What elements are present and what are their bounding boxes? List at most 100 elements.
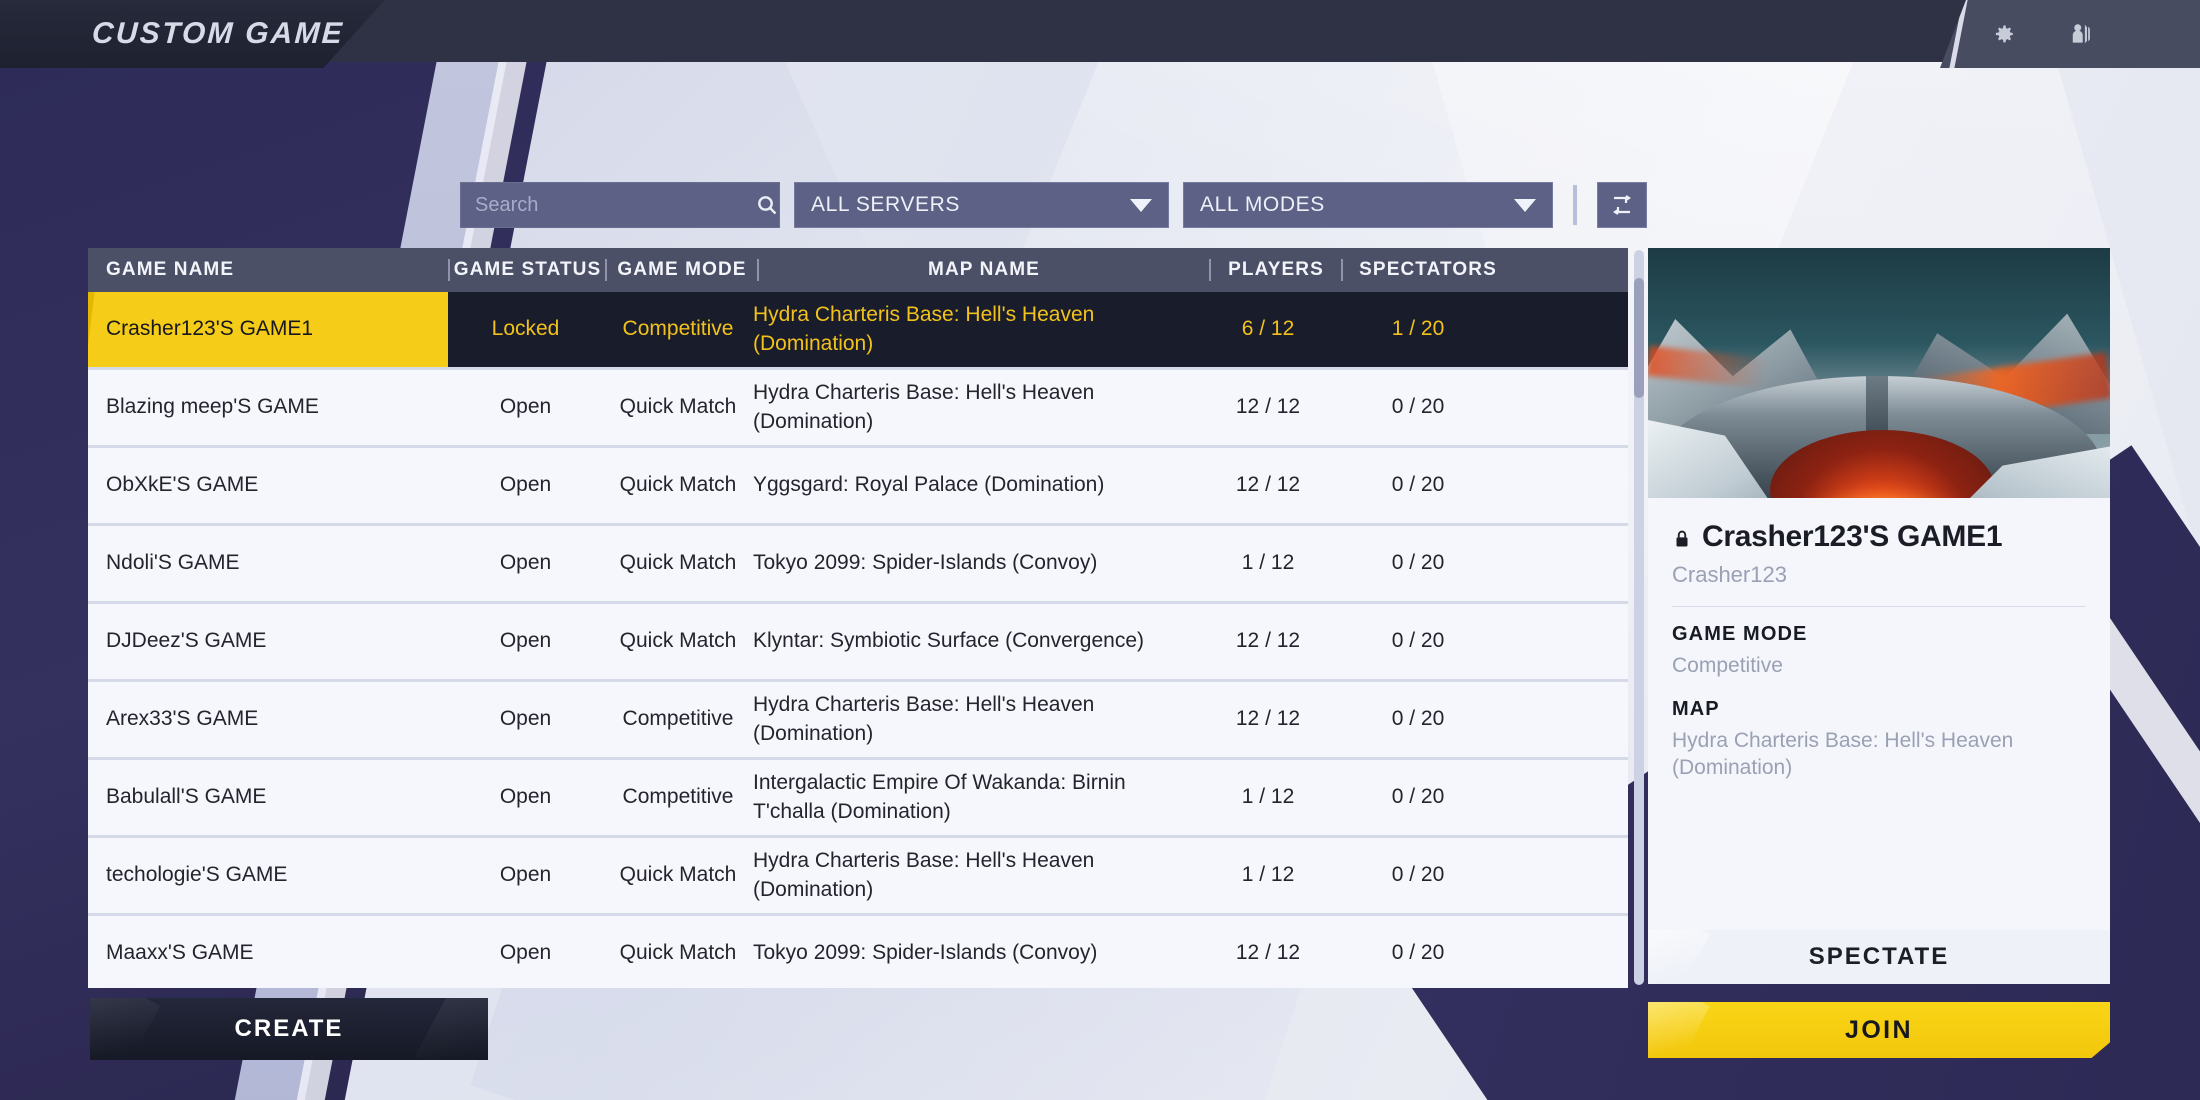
detail-value-game-mode: Competitive <box>1672 654 1783 677</box>
refresh-button[interactable] <box>1597 182 1647 228</box>
create-button[interactable]: CREATE <box>90 998 488 1060</box>
cell-spectators: 0 / 20 <box>1391 395 1445 419</box>
filter-bar: ALL SERVERS ALL MODES <box>460 182 1647 228</box>
cell-map-name: Hydra Charteris Base: Hell's Heaven (Dom… <box>753 849 1095 901</box>
cell-spectators: 0 / 20 <box>1391 863 1445 887</box>
map-preview-image <box>1648 248 2110 498</box>
table-row[interactable]: DJDeez'S GAME Open Quick Match Klyntar: Sym… <box>88 604 1628 682</box>
custom-game-screen: CUSTOM GAME ALL SERVERS ALL MODES <box>0 0 2200 1100</box>
table-scrollbar[interactable] <box>1634 250 1644 985</box>
table-row[interactable]: Babulall'S GAME Open Competitive Intergalac… <box>88 760 1628 838</box>
table-row[interactable]: ObXkE'S GAME Open Quick Match Yggsgard: Roy… <box>88 448 1628 526</box>
cell-players: 6 / 12 <box>1241 317 1295 341</box>
gear-icon[interactable] <box>1986 17 2020 51</box>
mode-filter-dropdown[interactable]: ALL MODES <box>1183 182 1553 228</box>
cell-game-mode: Quick Match <box>619 473 737 497</box>
cell-map-name: Hydra Charteris Base: Hell's Heaven (Dom… <box>753 381 1095 433</box>
scrollbar-thumb[interactable] <box>1634 278 1644 398</box>
cell-game-status: Open <box>499 473 552 497</box>
join-button[interactable]: JOIN <box>1648 1002 2110 1058</box>
column-header-spectators[interactable]: SPECTATORS <box>1343 248 1513 292</box>
spectate-button[interactable]: SPECTATE <box>1648 930 2110 984</box>
cell-game-status: Open <box>499 785 552 809</box>
cell-map-name: Klyntar: Symbiotic Surface (Convergence) <box>753 629 1144 653</box>
join-button-label: JOIN <box>1845 1015 1913 1044</box>
page-title-banner: CUSTOM GAME <box>0 0 385 68</box>
cell-spectators: 0 / 20 <box>1391 941 1445 965</box>
search-box[interactable] <box>460 182 780 228</box>
cell-game-mode: Quick Match <box>619 551 737 575</box>
detail-game-name: Crasher123'S GAME1 <box>1702 520 2003 553</box>
cell-game-status: Open <box>499 395 552 419</box>
cell-map-name: Intergalactic Empire Of Wakanda: Birnin … <box>753 771 1126 823</box>
chevron-down-icon <box>1514 198 1536 212</box>
search-icon[interactable] <box>754 193 779 217</box>
cell-game-name: Babulall'S GAME <box>106 785 267 809</box>
cell-game-name: Arex33'S GAME <box>106 707 259 731</box>
column-header-game-name[interactable]: GAME NAME <box>88 248 448 292</box>
detail-label-game-mode: GAME MODE <box>1672 623 1808 645</box>
cell-map-name: Tokyo 2099: Spider-Islands (Convoy) <box>753 551 1098 575</box>
cell-game-mode: Quick Match <box>619 863 737 887</box>
game-detail-panel: Crasher123'S GAME1 Crasher123 GAME MODE … <box>1648 248 2110 933</box>
cell-game-status: Open <box>499 629 552 653</box>
server-filter-label: ALL SERVERS <box>811 193 961 216</box>
table-header-row: GAME NAME GAME STATUS GAME MODE MAP NAME… <box>88 248 1628 292</box>
server-filter-dropdown[interactable]: ALL SERVERS <box>794 182 1169 228</box>
cell-game-mode: Competitive <box>622 707 734 731</box>
spectate-button-label: SPECTATE <box>1808 943 1950 970</box>
cell-game-mode: Quick Match <box>619 629 737 653</box>
chevron-down-icon <box>1130 198 1152 212</box>
cell-players: 1 / 12 <box>1241 785 1295 809</box>
table-row[interactable]: Ndoli'S GAME Open Quick Match Tokyo 2099: S… <box>88 526 1628 604</box>
cell-spectators: 0 / 20 <box>1391 629 1445 653</box>
cell-map-name: Yggsgard: Royal Palace (Domination) <box>753 473 1105 497</box>
cell-players: 12 / 12 <box>1235 941 1301 965</box>
lock-icon <box>1672 525 1692 549</box>
detail-label-map: MAP <box>1672 697 1720 720</box>
cell-spectators: 0 / 20 <box>1391 551 1445 575</box>
cell-players: 12 / 12 <box>1235 473 1301 497</box>
cell-game-name: Ndoli'S GAME <box>106 551 240 575</box>
table-row[interactable]: Crasher123'S GAME1 Locked Competitive Hydra… <box>88 292 1628 370</box>
cell-game-name: Blazing meep'S GAME <box>106 395 319 419</box>
game-list-table: GAME NAME GAME STATUS GAME MODE MAP NAME… <box>88 248 1628 988</box>
cell-map-name: Tokyo 2099: Spider-Islands (Convoy) <box>753 941 1098 965</box>
cell-spectators: 1 / 20 <box>1391 317 1445 341</box>
cell-spectators: 0 / 20 <box>1391 785 1445 809</box>
top-right-actions <box>1940 0 2200 68</box>
cell-players: 12 / 12 <box>1235 395 1301 419</box>
cell-game-mode: Competitive <box>622 317 734 341</box>
cell-players: 12 / 12 <box>1235 707 1301 731</box>
cell-game-name: techologie'S GAME <box>106 863 288 887</box>
mode-filter-label: ALL MODES <box>1200 193 1325 216</box>
cell-players: 1 / 12 <box>1241 551 1295 575</box>
cell-map-name: Hydra Charteris Base: Hell's Heaven (Dom… <box>753 303 1095 355</box>
table-row[interactable]: techologie'S GAME Open Quick Match Hydra Ch… <box>88 838 1628 916</box>
column-header-game-status[interactable]: GAME STATUS <box>450 248 605 292</box>
cell-spectators: 0 / 20 <box>1391 473 1445 497</box>
cell-game-name: DJDeez'S GAME <box>106 629 267 653</box>
column-header-game-mode[interactable]: GAME MODE <box>607 248 757 292</box>
create-button-label: CREATE <box>234 1015 344 1042</box>
detail-field-game-mode: GAME MODE Competitive <box>1672 623 2086 680</box>
table-row[interactable]: Arex33'S GAME Open Competitive Hydra Charte… <box>88 682 1628 760</box>
cell-players: 12 / 12 <box>1235 629 1301 653</box>
cell-game-status: Open <box>499 707 552 731</box>
cell-players: 1 / 12 <box>1241 863 1295 887</box>
cell-map-name: Hydra Charteris Base: Hell's Heaven (Dom… <box>753 693 1095 745</box>
column-header-map-name[interactable]: MAP NAME <box>759 248 1209 292</box>
cell-game-mode: Quick Match <box>619 941 737 965</box>
cell-game-mode: Quick Match <box>619 395 737 419</box>
column-header-players[interactable]: PLAYERS <box>1211 248 1341 292</box>
friends-icon[interactable] <box>2064 17 2098 51</box>
table-row[interactable]: Maaxx'S GAME Open Quick Match Tokyo 2099: S… <box>88 916 1628 988</box>
detail-owner-name: Crasher123 <box>1672 562 1787 587</box>
detail-title-row: Crasher123'S GAME1 <box>1672 520 2086 554</box>
detail-value-map: Hydra Charteris Base: Hell's Heaven (Dom… <box>1672 728 2014 780</box>
cell-game-mode: Competitive <box>622 785 734 809</box>
cell-game-name: Maaxx'S GAME <box>106 941 254 965</box>
search-input[interactable] <box>461 193 754 217</box>
table-row[interactable]: Blazing meep'S GAME Open Quick Match Hydra … <box>88 370 1628 448</box>
cell-game-name: ObXkE'S GAME <box>106 473 259 497</box>
